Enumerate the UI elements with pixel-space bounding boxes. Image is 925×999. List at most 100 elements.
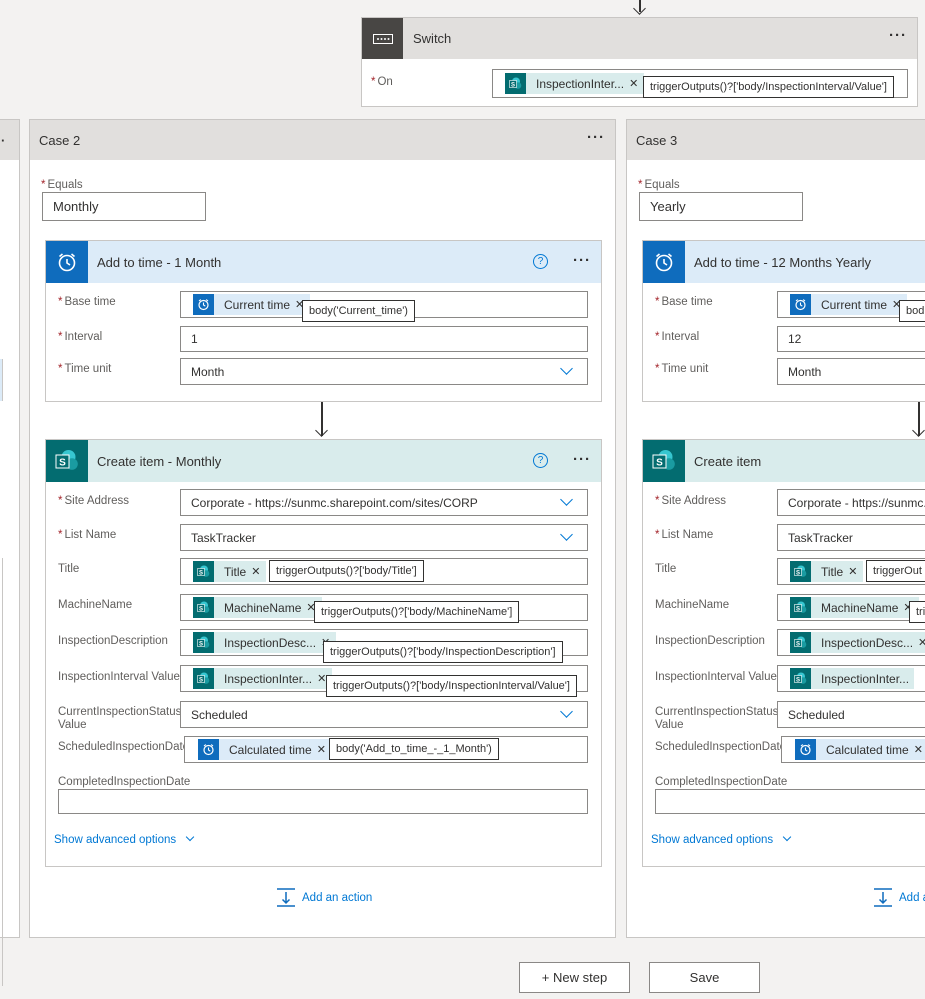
- help-icon[interactable]: ?: [533, 453, 548, 468]
- case1-card: ·: [0, 119, 20, 986]
- remove-token-icon[interactable]: ✕: [629, 77, 644, 90]
- equals-input[interactable]: Yearly: [639, 192, 803, 221]
- remove-token-icon[interactable]: ✕: [251, 565, 266, 578]
- token-inspection-interval[interactable]: S InspectionInter...: [790, 668, 915, 689]
- remove-token-icon[interactable]: ✕: [914, 743, 925, 756]
- create-item-card[interactable]: S Create item * Site Address Corporate - …: [642, 439, 925, 867]
- inspection-interval-tooltip: triggerOutputs()?['body/InspectionInterv…: [326, 675, 577, 697]
- token-machine-name[interactable]: S MachineName ✕: [193, 597, 322, 618]
- list-name-label: * List Name: [655, 529, 714, 541]
- inspection-interval-label: InspectionInterval Value: [58, 671, 180, 683]
- scheduled-date-field[interactable]: Calculated time ✕: [781, 736, 925, 763]
- add-to-time-header[interactable]: Add to time - 1 Month: [46, 241, 601, 283]
- switch-expression-tooltip: triggerOutputs()?['body/InspectionInterv…: [643, 76, 894, 98]
- add-action-icon: [277, 888, 295, 907]
- chevron-down-icon: [560, 493, 573, 506]
- completed-date-label: CompletedInspectionDate: [58, 776, 191, 788]
- help-icon[interactable]: ?: [533, 254, 548, 269]
- token-title[interactable]: S Title ✕: [193, 561, 267, 582]
- show-advanced-options-link[interactable]: Show advanced options: [651, 832, 792, 846]
- inspection-description-label: InspectionDescription: [58, 635, 168, 647]
- token-current-time[interactable]: Current time ✕: [193, 294, 311, 315]
- show-advanced-options-link[interactable]: Show advanced options: [54, 832, 195, 846]
- save-button[interactable]: Save: [649, 962, 760, 993]
- add-an-action-button[interactable]: Add an action: [276, 888, 372, 907]
- equals-input[interactable]: Monthly: [42, 192, 206, 221]
- clock-icon: [795, 739, 816, 760]
- case2-card[interactable]: Case 2 ··· * Equals Monthly Add to time -…: [29, 119, 616, 938]
- current-status-select[interactable]: Scheduled: [777, 701, 925, 728]
- token-inspection-interval[interactable]: S InspectionInter... ✕: [505, 73, 645, 94]
- clock-icon: [643, 241, 685, 283]
- more-options-icon[interactable]: ···: [573, 252, 591, 269]
- create-item-card[interactable]: S Create item - Monthly ? ··· * Site Addr…: [45, 439, 602, 867]
- case1-action-edge: [0, 359, 3, 401]
- add-to-time-title: Add to time - 12 Months Yearly: [694, 254, 872, 270]
- add-an-action-button[interactable]: Add a: [873, 888, 925, 907]
- switch-card[interactable]: Switch ··· * On S InspectionInter... ✕ tr…: [361, 17, 918, 107]
- svg-text:S: S: [199, 677, 203, 683]
- svg-text:S: S: [199, 606, 203, 612]
- machine-name-label: MachineName: [58, 599, 133, 611]
- interval-input[interactable]: 12: [777, 326, 925, 352]
- sharepoint-icon: S: [790, 561, 811, 582]
- site-address-label: * Site Address: [655, 495, 727, 507]
- completed-date-input[interactable]: [655, 789, 925, 814]
- scheduled-date-tooltip: body('Add_to_time_-_1_Month'): [329, 738, 499, 760]
- add-to-time-title: Add to time - 1 Month: [97, 254, 222, 270]
- add-to-time-header[interactable]: Add to time - 12 Months Yearly: [643, 241, 925, 283]
- interval-input[interactable]: 1: [180, 326, 588, 352]
- case1-action-body-edge: [0, 558, 3, 986]
- case2-header[interactable]: Case 2: [30, 120, 615, 160]
- machine-name-field[interactable]: S MachineName ✕: [777, 594, 925, 621]
- current-status-select[interactable]: Scheduled: [180, 701, 588, 728]
- add-to-time-card[interactable]: Add to time - 1 Month ? ··· * Base time C…: [45, 240, 602, 402]
- token-calculated-time[interactable]: Calculated time ✕: [795, 739, 925, 760]
- more-options-icon[interactable]: ···: [573, 451, 591, 468]
- inspection-description-field[interactable]: S InspectionDesc... ✕: [777, 629, 925, 656]
- chevron-down-icon: [560, 705, 573, 718]
- time-unit-select[interactable]: Month: [180, 358, 588, 385]
- more-options-icon[interactable]: ···: [889, 27, 907, 44]
- switch-title: Switch: [413, 31, 452, 46]
- more-options-icon[interactable]: ·: [1, 133, 5, 148]
- svg-text:S: S: [796, 677, 800, 683]
- token-inspection-description[interactable]: S InspectionDesc... ✕: [193, 632, 337, 653]
- switch-header[interactable]: Switch: [362, 18, 917, 59]
- token-machine-name[interactable]: S MachineName ✕: [790, 597, 919, 618]
- time-unit-select[interactable]: Month: [777, 358, 925, 385]
- token-inspection-description[interactable]: S InspectionDesc... ✕: [790, 632, 925, 653]
- token-inspection-interval[interactable]: S InspectionInter... ✕: [193, 668, 333, 689]
- connector-arrowhead: [633, 2, 646, 15]
- connector-arrowhead: [315, 424, 328, 437]
- scheduled-date-label: ScheduledInspectionDate: [655, 741, 787, 753]
- token-calculated-time[interactable]: Calculated time ✕: [198, 739, 332, 760]
- create-item-title: Create item - Monthly: [97, 453, 222, 469]
- new-step-button[interactable]: + New step: [519, 962, 630, 993]
- case2-title: Case 2: [39, 132, 81, 148]
- current-status-label: CurrentInspectionStatus Value: [655, 706, 779, 731]
- more-options-icon[interactable]: ···: [587, 129, 605, 146]
- completed-date-input[interactable]: [58, 789, 588, 814]
- base-time-label: * Base time: [655, 296, 713, 308]
- connector-arrowhead: [912, 424, 925, 437]
- create-item-header[interactable]: S Create item: [643, 440, 925, 482]
- case3-card[interactable]: Case 3 * Equals Yearly Add to time - 12 M…: [626, 119, 925, 938]
- create-item-header[interactable]: S Create item - Monthly: [46, 440, 601, 482]
- add-to-time-card[interactable]: Add to time - 12 Months Yearly * Base tim…: [642, 240, 925, 402]
- list-name-select[interactable]: TaskTracker: [777, 524, 925, 551]
- site-address-select[interactable]: Corporate - https://sunmc.sharepoint.com…: [180, 489, 588, 516]
- add-action-icon: [874, 888, 892, 907]
- token-current-time[interactable]: Current time ✕: [790, 294, 908, 315]
- remove-token-icon[interactable]: ✕: [848, 565, 863, 578]
- svg-text:S: S: [199, 641, 203, 647]
- token-title[interactable]: S Title ✕: [790, 561, 864, 582]
- case3-header[interactable]: Case 3: [627, 120, 925, 160]
- inspection-interval-field[interactable]: S InspectionInter...: [777, 665, 925, 692]
- create-item-title: Create item: [694, 453, 762, 469]
- base-time-label: * Base time: [58, 296, 116, 308]
- remove-token-icon[interactable]: ✕: [918, 636, 925, 649]
- site-address-select[interactable]: Corporate - https://sunmc.sh: [777, 489, 925, 516]
- list-name-select[interactable]: TaskTracker: [180, 524, 588, 551]
- interval-label: * Interval: [58, 331, 103, 343]
